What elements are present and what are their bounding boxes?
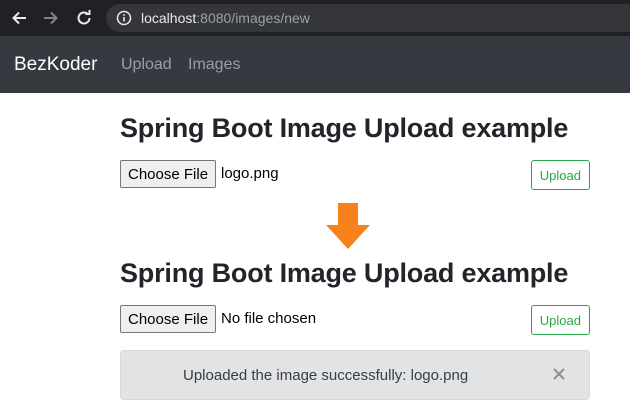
down-arrow-icon [326,203,370,249]
upload-section-before: Spring Boot Image Upload example Choose … [120,113,590,190]
browser-chrome: localhost:8080/images/new [0,0,630,36]
choose-file-button[interactable]: Choose File [120,160,217,188]
choose-file-button[interactable]: Choose File [120,305,217,333]
url-text: localhost:8080/images/new [141,10,310,26]
brand-link[interactable]: BezKoder [14,54,97,76]
app-navbar: BezKoder Upload Images [0,36,630,93]
upload-section-after: Spring Boot Image Upload example Choose … [120,258,590,335]
back-arrow-icon[interactable] [8,7,30,29]
upload-button[interactable]: Upload [530,160,590,190]
url-path: :8080/images/new [196,10,310,26]
nav-link-images[interactable]: Images [188,56,240,74]
page-title: Spring Boot Image Upload example [120,113,569,143]
reload-icon[interactable] [73,7,95,29]
forward-arrow-icon[interactable] [40,7,62,29]
success-alert: Uploaded the image successfully: logo.pn… [120,350,590,400]
page-title: Spring Boot Image Upload example [120,258,569,288]
url-host: localhost [141,10,197,26]
info-icon[interactable] [116,10,132,26]
upload-button[interactable]: Upload [530,305,590,335]
alert-message: Uploaded the image successfully: logo.pn… [183,367,469,384]
nav-link-upload[interactable]: Upload [121,56,172,74]
address-bar[interactable]: localhost:8080/images/new [106,4,630,32]
file-input-row: Choose File logo.png Upload [120,160,590,190]
selected-file-name: No file chosen [221,310,317,327]
close-icon[interactable] [551,366,567,382]
file-input-row: Choose File No file chosen Upload [120,305,590,335]
selected-file-name: logo.png [221,165,279,182]
